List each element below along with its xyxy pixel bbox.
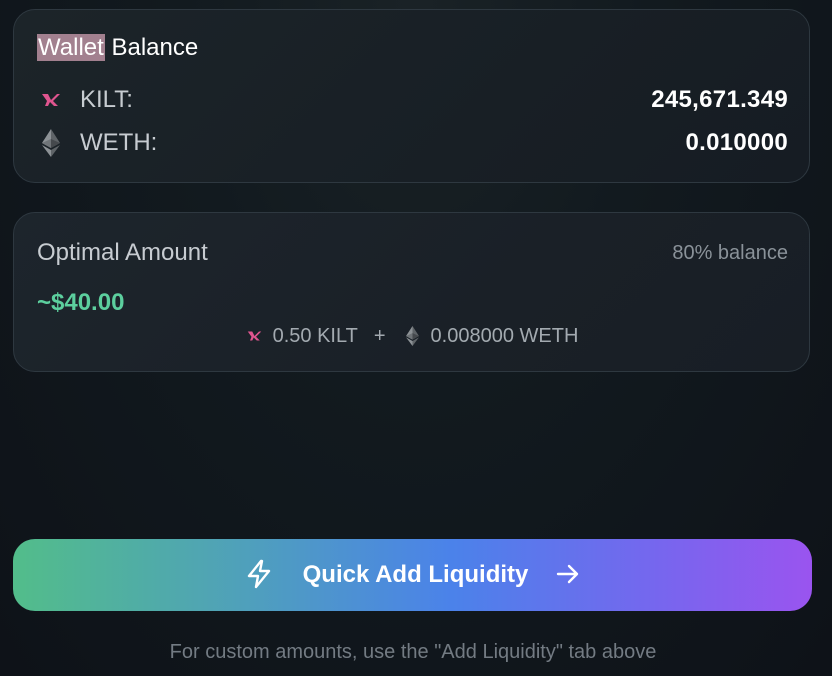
weth-label: WETH: bbox=[80, 129, 158, 156]
wallet-balance-card: Wallet Balance KILT: 245,671.349 WETH: 0… bbox=[13, 9, 810, 183]
weth-amount: 0.008000 WETH bbox=[430, 324, 579, 347]
optimal-usd-value: ~$40.00 bbox=[37, 289, 125, 316]
ethereum-logo-icon bbox=[37, 129, 65, 157]
kilt-label: KILT: bbox=[80, 86, 133, 113]
kilt-balance-row: KILT: 245,671.349 bbox=[37, 84, 788, 116]
optimal-amount-title: Optimal Amount bbox=[37, 239, 208, 266]
wallet-title-highlight: Wallet bbox=[37, 34, 105, 61]
optimal-amount-card: Optimal Amount 80% balance ~$40.00 0.50 … bbox=[13, 212, 810, 372]
balance-percentage-note: 80% balance bbox=[672, 242, 788, 264]
kilt-logo-icon bbox=[37, 86, 65, 114]
weth-balance-value: 0.010000 bbox=[685, 129, 788, 156]
plus-sign: + bbox=[373, 324, 386, 347]
kilt-amount: 0.50 KILT bbox=[272, 324, 358, 347]
arrow-right-icon bbox=[556, 563, 580, 588]
kilt-logo-icon bbox=[245, 326, 265, 346]
quick-add-liquidity-button[interactable]: Quick Add Liquidity bbox=[13, 539, 812, 611]
lightning-bolt-icon bbox=[245, 559, 273, 592]
ethereum-logo-icon bbox=[403, 326, 423, 346]
wallet-title-rest: Balance bbox=[111, 34, 199, 61]
custom-amounts-hint: For custom amounts, use the "Add Liquidi… bbox=[169, 641, 657, 663]
token-breakdown: 0.50 KILT + 0.008000 WETH bbox=[14, 322, 809, 350]
kilt-balance-value: 245,671.349 bbox=[651, 86, 788, 113]
quick-add-liquidity-label: Quick Add Liquidity bbox=[302, 561, 529, 588]
wallet-balance-title: Wallet Balance bbox=[37, 34, 198, 62]
weth-balance-row: WETH: 0.010000 bbox=[37, 127, 788, 159]
